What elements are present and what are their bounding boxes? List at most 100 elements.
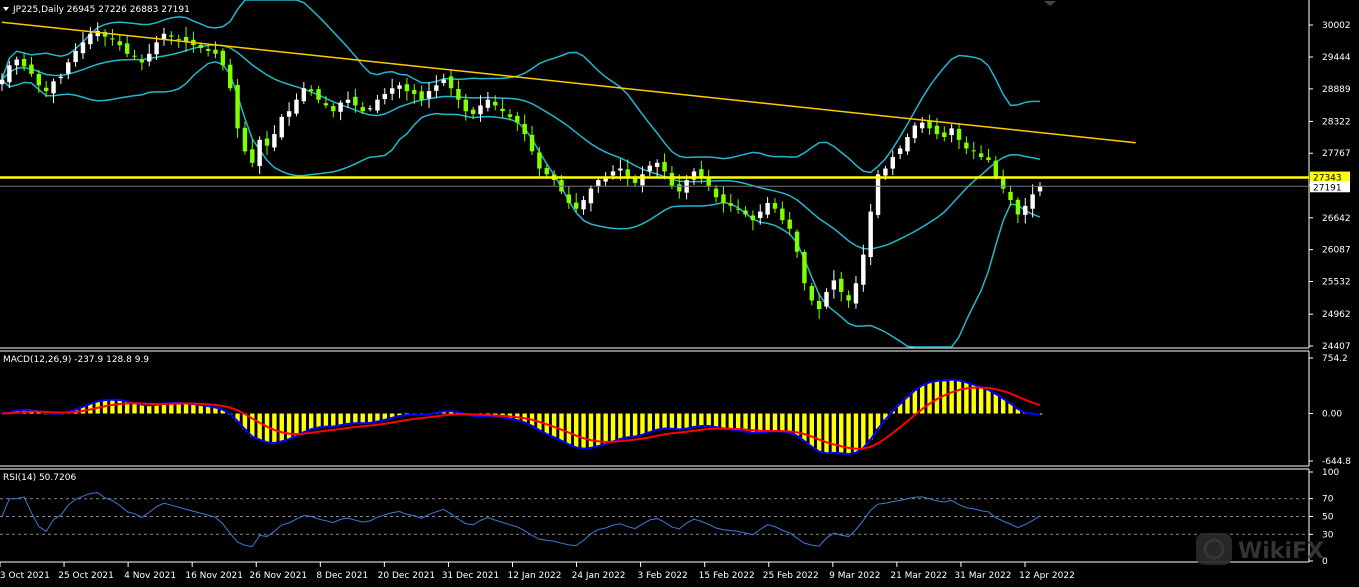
candle-body	[920, 122, 925, 129]
time-tick-label: 25 Oct 2021	[58, 571, 114, 581]
candle-body	[7, 65, 12, 83]
macd-bar	[809, 413, 814, 447]
macd-bar	[574, 413, 579, 448]
candle-body	[228, 64, 233, 89]
candle-body	[301, 88, 307, 102]
one-click-trading-icon[interactable]	[1044, 1, 1056, 6]
macd-bar	[964, 382, 969, 414]
watermark-text: WikiFX	[1238, 539, 1324, 564]
candle-body	[721, 194, 726, 203]
macd-bar	[978, 387, 984, 414]
macd-bar	[956, 380, 962, 414]
candle-body	[544, 168, 549, 175]
candle-body	[1023, 205, 1028, 215]
candle-body	[890, 157, 895, 169]
macd-bar	[632, 413, 638, 437]
candle-body	[169, 35, 174, 37]
time-tick-label: 26 Nov 2021	[249, 571, 307, 581]
price-tick-label: 24962	[1322, 310, 1351, 320]
macd-bar	[927, 382, 932, 414]
candle-body	[824, 291, 829, 307]
candle-body	[654, 162, 660, 167]
candle-body	[257, 139, 262, 167]
price-tick-label: 25532	[1322, 277, 1351, 287]
candle-body	[88, 33, 93, 45]
macd-bar	[110, 399, 115, 414]
price-tick-label: 28889	[1322, 85, 1351, 95]
macd-bar	[765, 413, 770, 432]
candle-body	[279, 116, 284, 138]
macd-bar	[279, 413, 284, 442]
candle-body	[588, 188, 594, 204]
candle-body	[802, 252, 807, 284]
candle-body	[367, 108, 373, 110]
candle-body	[73, 50, 78, 63]
last-price-tag: 27191	[1310, 181, 1350, 193]
main-header: JP225,Daily 26945 27226 26883 27191	[12, 5, 190, 15]
macd-bar	[934, 380, 940, 414]
time-tick-label: 8 Dec 2021	[316, 571, 368, 581]
candle-body	[58, 76, 64, 79]
svg-text:27191: 27191	[1313, 183, 1342, 193]
macd-bar	[772, 413, 778, 432]
candle-body	[728, 203, 734, 206]
macd-bar	[662, 413, 667, 429]
candle-body	[831, 280, 837, 290]
candle-body	[537, 152, 542, 169]
candle-body	[669, 172, 675, 186]
candle-body	[839, 278, 844, 292]
time-tick-label: 3 Feb 2022	[637, 571, 687, 581]
macd-bar	[824, 413, 829, 454]
candle-body	[323, 103, 329, 106]
rsi-tick-label: 100	[1322, 468, 1339, 478]
candle-body	[758, 211, 763, 219]
candle-body	[964, 142, 969, 149]
candle-body	[29, 64, 34, 74]
rsi-tick-label: 70	[1322, 495, 1334, 505]
candle-body	[971, 150, 976, 152]
candle-body	[559, 179, 564, 192]
macd-bar	[993, 393, 999, 414]
candle-body	[198, 44, 203, 49]
candle-body	[581, 200, 586, 210]
time-tick-label: 25 Feb 2022	[763, 571, 819, 581]
macd-bar	[294, 413, 299, 437]
candle-body	[529, 134, 535, 152]
watermark-logo-icon	[1196, 533, 1232, 565]
candle-body	[434, 85, 439, 91]
resistance-trendline[interactable]	[1, 21, 1136, 144]
candle-body	[662, 161, 667, 172]
rsi-line	[1, 492, 1041, 548]
macd-bar	[316, 413, 321, 428]
candle-body	[51, 81, 56, 94]
time-tick-label: 12 Apr 2022	[1019, 571, 1075, 581]
macd-bar	[853, 413, 859, 453]
macd-bar	[721, 413, 726, 429]
candle-body	[176, 39, 181, 41]
macd-bar	[286, 413, 292, 440]
candle-body	[640, 174, 645, 186]
time-tick-label: 31 Mar 2022	[954, 571, 1011, 581]
price-tick-label: 24407	[1322, 342, 1351, 352]
candle-body	[735, 208, 741, 210]
macd-bar	[139, 404, 145, 414]
time-tick-label: 12 Jan 2022	[508, 571, 562, 581]
time-tick-label: 20 Dec 2021	[378, 571, 436, 581]
time-tick-label: 15 Feb 2022	[699, 571, 755, 581]
macd-bar	[735, 413, 741, 431]
candle-body	[485, 99, 491, 108]
candle-body	[699, 169, 704, 178]
candle-body	[154, 42, 159, 55]
macd-bar	[669, 413, 675, 429]
candle-body	[846, 295, 851, 301]
candle-body	[139, 59, 145, 63]
rsi-header: RSI(14) 50.7206	[3, 473, 76, 483]
candle-body	[456, 88, 461, 100]
macd-bar	[699, 413, 704, 426]
symbol-dropdown-icon[interactable]	[3, 7, 9, 11]
macd-bar	[610, 413, 616, 442]
candle-body	[677, 184, 682, 192]
macd-bar	[367, 413, 373, 423]
candle-body	[647, 165, 653, 172]
macd-bar	[986, 389, 991, 414]
